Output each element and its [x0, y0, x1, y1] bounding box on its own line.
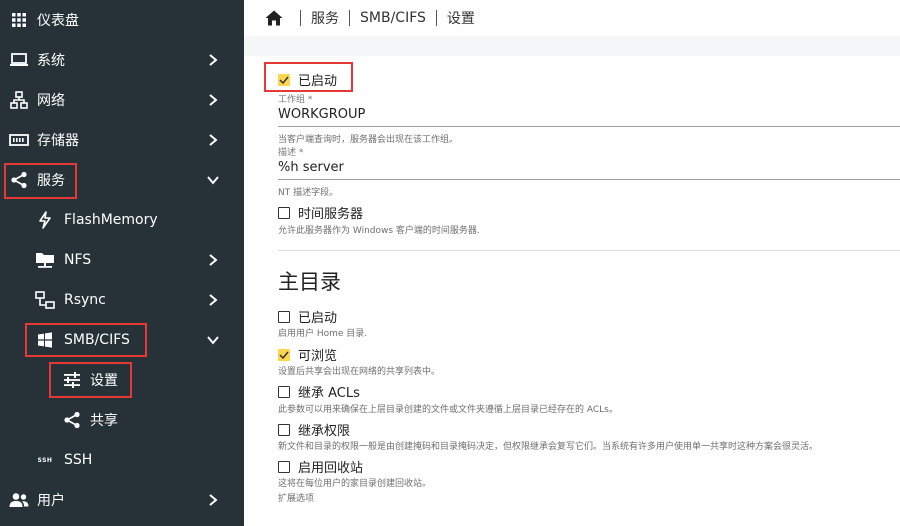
browseable-checkbox[interactable]: 可浏览 — [278, 345, 337, 364]
home-enabled-checkbox[interactable]: 已启动 — [278, 307, 337, 326]
sidebar-item-flashmemory[interactable]: FlashMemory — [0, 202, 244, 238]
chevron-right-icon — [204, 291, 222, 309]
rsync-icon — [35, 290, 55, 310]
chevron-down-icon — [204, 171, 222, 189]
chevron-right-icon — [204, 131, 222, 149]
chevron-down-icon — [204, 331, 222, 349]
dashboard-grid-icon — [9, 10, 29, 30]
checkbox-unchecked-icon[interactable] — [278, 423, 290, 436]
breadcrumb-separator — [435, 10, 437, 26]
inherit-permissions-checkbox[interactable]: 继承权限 — [278, 420, 350, 439]
checkbox-unchecked-icon[interactable] — [278, 385, 290, 398]
checkbox-unchecked-icon[interactable] — [278, 310, 290, 323]
sidebar-item-label: SSH — [64, 452, 93, 468]
checkbox-unchecked-icon[interactable] — [278, 206, 290, 219]
ssh-icon: SSH — [37, 456, 53, 464]
breadcrumb-item: 设置 — [446, 11, 475, 27]
description-label: 描述 * — [278, 148, 304, 158]
breadcrumb-item[interactable]: 服务 — [311, 8, 339, 28]
section-divider — [278, 250, 900, 251]
sidebar-item-label: Rsync — [64, 292, 106, 308]
checkbox-label: 继承权限 — [298, 424, 351, 439]
laptop-icon — [9, 50, 29, 70]
sidebar-item-users[interactable]: 用户 — [0, 482, 244, 518]
workgroup-label: 工作组 * — [278, 95, 313, 105]
breadcrumb-separator — [300, 10, 301, 26]
sidebar-item-network[interactable]: 网络 — [0, 82, 244, 118]
inherit-acls-checkbox[interactable]: 继承 ACLs — [278, 382, 360, 401]
checkbox-checked-icon[interactable] — [278, 348, 290, 361]
highlight-frame — [264, 62, 353, 92]
chevron-right-icon — [204, 91, 222, 109]
workgroup-underline — [278, 126, 900, 127]
checkbox-label: 可浏览 — [298, 349, 338, 364]
users-icon — [9, 490, 29, 510]
time-server-hint: 允许此服务器作为 Windows 客户端的时间服务器. — [278, 226, 480, 236]
sidebar-item-dashboard[interactable]: 仪表盘 — [0, 2, 244, 38]
breadcrumb: 服务 SMB/CIFS 设置 — [244, 0, 900, 36]
inherit-acls-hint: 此参数可以用来确保在上层目录创建的文件或文件夹遵循上层目录已经存在的 ACLs。 — [278, 405, 618, 415]
description-input[interactable]: %h server — [278, 160, 344, 175]
highlight-frame — [4, 163, 77, 199]
description-hint: NT 描述字段。 — [278, 188, 339, 198]
sidebar-item-label: 存储器 — [37, 133, 79, 149]
highlight-frame — [25, 323, 147, 357]
checkbox-label: 已启动 — [298, 311, 338, 326]
sidebar-item-label: 用户 — [37, 493, 65, 509]
sidebar-item-label: 仪表盘 — [37, 13, 79, 29]
sidebar-item-system[interactable]: 系统 — [0, 42, 244, 78]
storage-icon — [9, 130, 29, 150]
home-section-title: 主目录 — [278, 270, 341, 294]
inherit-permissions-hint: 新文件和目录的权限一般是由创建掩码和目录掩码决定，但权限继承会复写它们。当系统有… — [278, 442, 819, 452]
sidebar-item-label: NFS — [64, 252, 92, 268]
recycle-bin-checkbox[interactable]: 启用回收站 — [278, 457, 363, 476]
checkbox-label: 启用回收站 — [298, 461, 364, 476]
breadcrumb-separator — [349, 10, 350, 26]
breadcrumb-item[interactable]: SMB/CIFS — [360, 10, 426, 26]
chevron-right-icon — [204, 51, 222, 69]
sidebar-item-rsync[interactable]: Rsync — [0, 282, 244, 318]
sidebar-item-label: 网络 — [37, 93, 65, 109]
sidebar: 仪表盘 系统 网络 存储器 服务 FlashMemory NFS Rsync S… — [0, 0, 244, 526]
nfs-folder-icon — [35, 250, 55, 270]
chevron-right-icon — [204, 251, 222, 269]
checkbox-unchecked-icon[interactable] — [278, 460, 290, 473]
workgroup-hint: 当客户端查询时，服务器会出现在该工作组。 — [278, 135, 459, 145]
sidebar-item-label: 共享 — [90, 413, 118, 429]
share-icon — [62, 410, 82, 430]
recycle-bin-hint: 这将在每位用户的家目录创建回收站。 — [278, 479, 432, 489]
sidebar-item-label: FlashMemory — [64, 212, 158, 228]
description-underline — [278, 179, 900, 180]
checkbox-label: 时间服务器 — [298, 207, 364, 222]
home-enabled-hint: 启用用户 Home 目录. — [278, 329, 368, 339]
sidebar-item-shares[interactable]: 共享 — [0, 402, 244, 438]
workgroup-input[interactable]: WORKGROUP — [278, 107, 365, 122]
time-server-checkbox[interactable]: 时间服务器 — [278, 203, 363, 222]
main-content: 服务 SMB/CIFS 设置 已启动 工作组 * WORKGROUP 当客户端查… — [244, 0, 900, 526]
sidebar-item-storage[interactable]: 存储器 — [0, 122, 244, 158]
sidebar-item-nfs[interactable]: NFS — [0, 242, 244, 278]
network-icon — [9, 90, 29, 110]
sidebar-item-label: 系统 — [37, 53, 65, 69]
extra-options-label: 扩展选项 — [278, 494, 315, 504]
browseable-hint: 设置后共享会出现在网络的共享列表中。 — [278, 367, 441, 377]
checkbox-label: 继承 ACLs — [298, 386, 360, 401]
chevron-right-icon — [204, 491, 222, 509]
sidebar-item-ssh[interactable]: SSH SSH — [0, 442, 244, 478]
home-icon[interactable] — [264, 8, 284, 28]
highlight-frame — [49, 362, 132, 398]
flash-icon — [35, 210, 55, 230]
toolbar-strip — [244, 36, 900, 56]
